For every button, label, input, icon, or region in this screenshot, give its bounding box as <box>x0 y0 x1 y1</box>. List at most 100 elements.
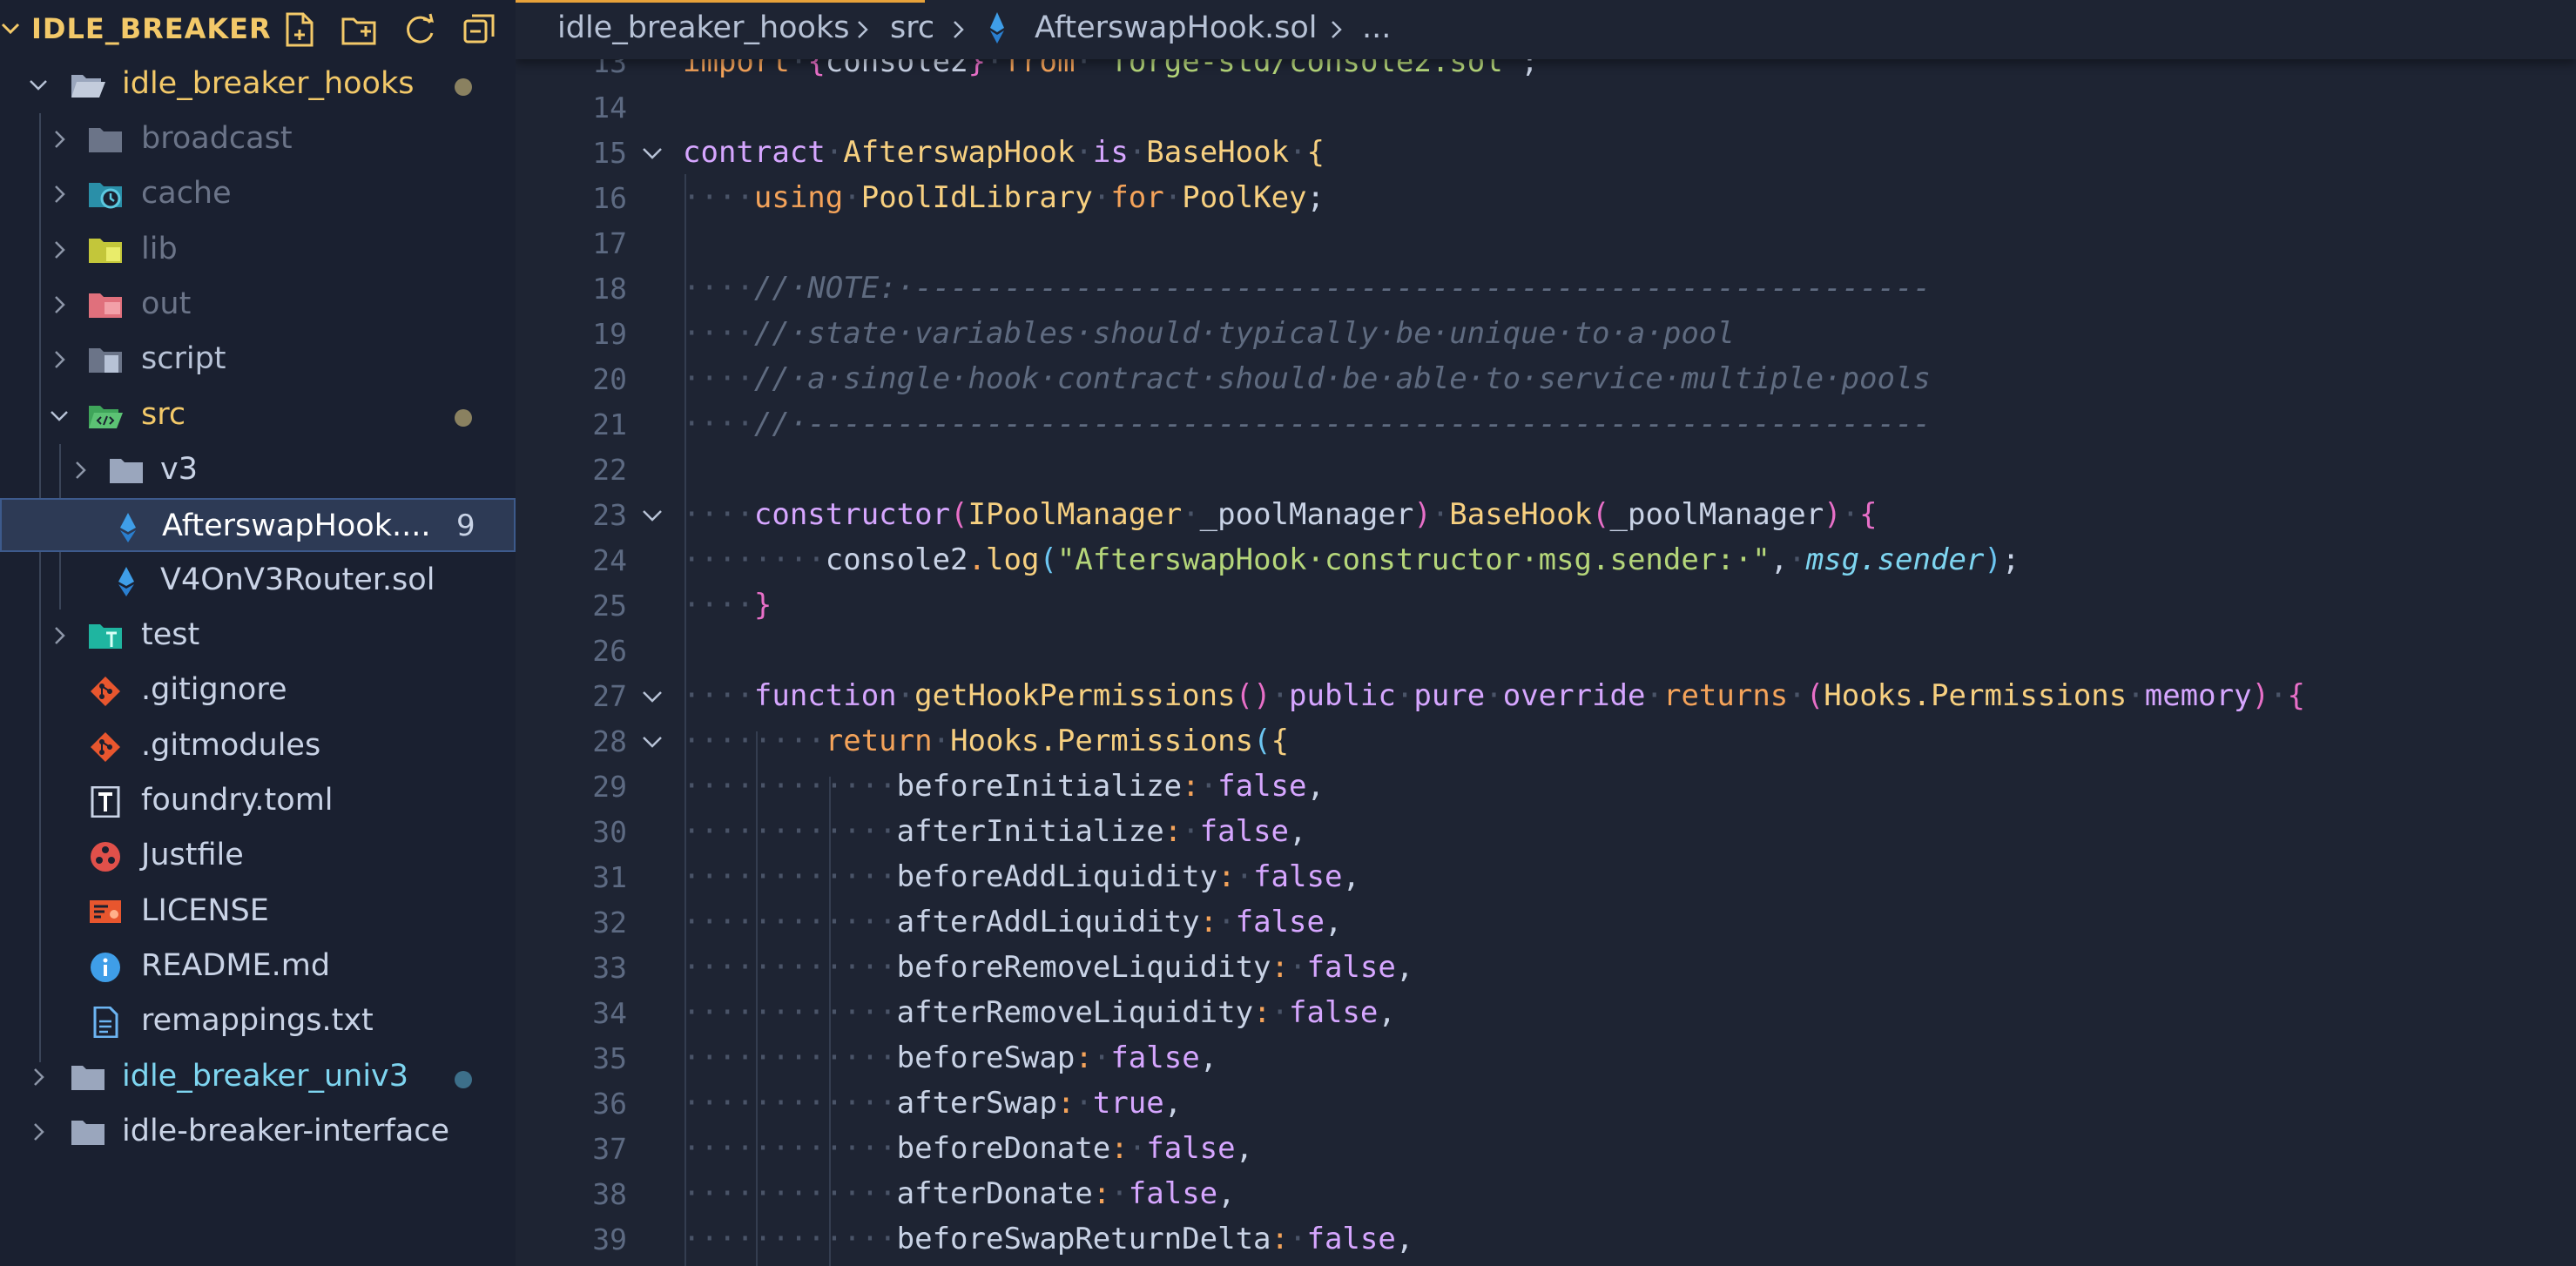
code-line[interactable]: 19 ····//·state·variables·should·typical… <box>516 312 2576 357</box>
code-line[interactable]: 15 contract·AfterswapHook·is·BaseHook·{ <box>516 131 2576 176</box>
line-number: 16 <box>592 181 627 215</box>
modified-dot <box>455 409 472 427</box>
code-text: ········return·Hooks.Permissions({ <box>683 724 1290 758</box>
code-text: ············beforeAddLiquidity:·false, <box>683 859 1360 894</box>
tree-item-v4onv3router[interactable]: V4OnV3Router.sol <box>0 554 516 608</box>
tree-item-label: V4OnV3Router.sol <box>160 562 435 597</box>
code-line[interactable]: 37 ············beforeDonate:·false, <box>516 1127 2576 1172</box>
breadcrumb-item[interactable]: src <box>890 10 934 45</box>
tree-item-label: out <box>141 286 192 321</box>
breadcrumb-accent <box>516 0 925 3</box>
code-line[interactable]: 28 ········return·Hooks.Permissions({ <box>516 719 2576 764</box>
folder-lib-icon <box>87 235 124 266</box>
chevron-right-icon[interactable] <box>49 184 70 205</box>
fold-chevron-icon[interactable] <box>641 145 664 164</box>
code-line[interactable]: 25 ····} <box>516 583 2576 629</box>
tree-item-justfile[interactable]: Justfile <box>0 829 516 883</box>
chevron-right-icon[interactable] <box>49 349 70 370</box>
code-line[interactable]: 24 ········console2.log("AfterswapHook·c… <box>516 538 2576 583</box>
line-number: 38 <box>592 1177 627 1211</box>
chevron-down-icon[interactable] <box>0 17 21 38</box>
explorer-title: IDLE_BREAKER <box>31 12 272 45</box>
line-number: 14 <box>592 91 627 125</box>
code-line[interactable]: 30 ············afterInitialize:·false, <box>516 810 2576 855</box>
chevron-right-icon[interactable] <box>28 1067 49 1088</box>
code-text: ····//·state·variables·should·typically·… <box>683 316 1735 351</box>
tree-item-license[interactable]: LICENSE <box>0 885 516 939</box>
code-editor[interactable]: idle_breaker_hooks src AfterswapHook.sol… <box>516 0 2576 1266</box>
code-line[interactable]: 20 ····//·a·single·hook·contract·should·… <box>516 357 2576 402</box>
code-line[interactable]: 17 <box>516 221 2576 266</box>
chevron-right-icon[interactable] <box>49 239 70 260</box>
code-text: ····//·a·single·hook·contract·should·be·… <box>683 361 1931 396</box>
code-line[interactable]: 14 <box>516 85 2576 131</box>
code-text: ····//·---------------------------------… <box>683 407 1931 441</box>
chevron-right-icon[interactable] <box>28 1121 49 1142</box>
new-file-icon[interactable] <box>280 10 319 49</box>
tree-item-lib[interactable]: lib <box>0 223 516 277</box>
new-folder-icon[interactable] <box>340 10 378 49</box>
tree-item-readme[interactable]: README.md <box>0 939 516 993</box>
code-line[interactable]: 38 ············afterDonate:·false, <box>516 1172 2576 1217</box>
modified-dot <box>455 1071 472 1088</box>
tree-item-idle-breaker-univ3[interactable]: idle_breaker_univ3 <box>0 1050 516 1104</box>
tree-item-src[interactable]: src <box>0 388 516 442</box>
code-line[interactable]: 39 ············beforeSwapReturnDelta:·fa… <box>516 1217 2576 1263</box>
tree-item-cache[interactable]: cache <box>0 167 516 221</box>
tree-item-broadcast[interactable]: broadcast <box>0 112 516 166</box>
tree-item-script[interactable]: script <box>0 333 516 387</box>
chevron-down-icon[interactable] <box>28 74 49 95</box>
code-line[interactable]: 33 ············beforeRemoveLiquidity:·fa… <box>516 946 2576 991</box>
folder-cache-icon <box>87 179 124 211</box>
tree-item-label: src <box>141 397 186 432</box>
code-line[interactable]: 32 ············afterAddLiquidity:·false, <box>516 900 2576 946</box>
chevron-right-icon[interactable] <box>49 625 70 646</box>
fold-chevron-icon[interactable] <box>641 507 664 526</box>
code-line[interactable]: 35 ············beforeSwap:·false, <box>516 1036 2576 1081</box>
tree-item-gitignore[interactable]: .gitignore <box>0 663 516 717</box>
tree-item-v3[interactable]: v3 <box>0 443 516 497</box>
chevron-right-icon[interactable] <box>49 294 70 315</box>
fold-chevron-icon[interactable] <box>641 733 664 752</box>
tree-item-label: foundry.toml <box>141 783 334 818</box>
chevron-down-icon[interactable] <box>49 405 70 426</box>
code-line[interactable]: 36 ············afterSwap:·true, <box>516 1081 2576 1127</box>
code-line[interactable]: 31 ············beforeAddLiquidity:·false… <box>516 855 2576 900</box>
line-number: 35 <box>592 1041 627 1075</box>
code-line[interactable]: 27 ····function·getHookPermissions()·pub… <box>516 674 2576 719</box>
explorer-header[interactable]: IDLE_BREAKER <box>0 0 516 59</box>
chevron-right-icon <box>1327 19 1346 40</box>
tree-item-idle-breaker-interface[interactable]: idle-breaker-interface <box>0 1105 516 1159</box>
tree-item-foundry-toml[interactable]: foundry.toml <box>0 774 516 828</box>
code-line[interactable]: 29 ············beforeInitialize:·false, <box>516 764 2576 810</box>
tree-item-label: .gitignore <box>141 672 287 707</box>
breadcrumb-item[interactable]: ... <box>1362 10 1391 45</box>
collapse-all-icon[interactable] <box>460 10 498 49</box>
tree-item-label: remappings.txt <box>141 1003 374 1038</box>
code-line[interactable]: 18 ····//·NOTE:·------------------------… <box>516 266 2576 312</box>
breadcrumb-item[interactable]: idle_breaker_hooks <box>557 10 849 45</box>
tree-item-test[interactable]: test <box>0 609 516 663</box>
refresh-icon[interactable] <box>401 10 439 49</box>
code-line[interactable]: 22 <box>516 448 2576 493</box>
code-line[interactable]: 21 ····//·------------------------------… <box>516 402 2576 448</box>
folder-script-icon <box>87 345 124 376</box>
fold-chevron-icon[interactable] <box>641 688 664 707</box>
chevron-right-icon[interactable] <box>49 129 70 150</box>
tree-item-remappings[interactable]: remappings.txt <box>0 994 516 1048</box>
folder-icon <box>87 125 124 156</box>
solidity-file-icon <box>108 566 145 597</box>
breadcrumb-item[interactable]: AfterswapHook.sol <box>1035 10 1318 45</box>
code-line[interactable]: 26 <box>516 629 2576 674</box>
tree-item-out[interactable]: out <box>0 278 516 332</box>
code-line[interactable]: 16 ····using·PoolIdLibrary·for·PoolKey; <box>516 176 2576 221</box>
code-text: ····//·NOTE:·---------------------------… <box>683 271 1931 306</box>
chevron-right-icon[interactable] <box>70 460 91 481</box>
folder-icon <box>70 1117 106 1148</box>
code-line[interactable]: 23 ····constructor(IPoolManager·_poolMan… <box>516 493 2576 538</box>
code-line[interactable]: 34 ············afterRemoveLiquidity:·fal… <box>516 991 2576 1036</box>
tree-item-idle-breaker-hooks[interactable]: idle_breaker_hooks <box>0 57 516 111</box>
tree-item-afterswaphook[interactable]: AfterswapHook.... 9 <box>0 498 516 552</box>
code-text: ············afterInitialize:·false, <box>683 814 1307 849</box>
tree-item-gitmodules[interactable]: .gitmodules <box>0 719 516 773</box>
